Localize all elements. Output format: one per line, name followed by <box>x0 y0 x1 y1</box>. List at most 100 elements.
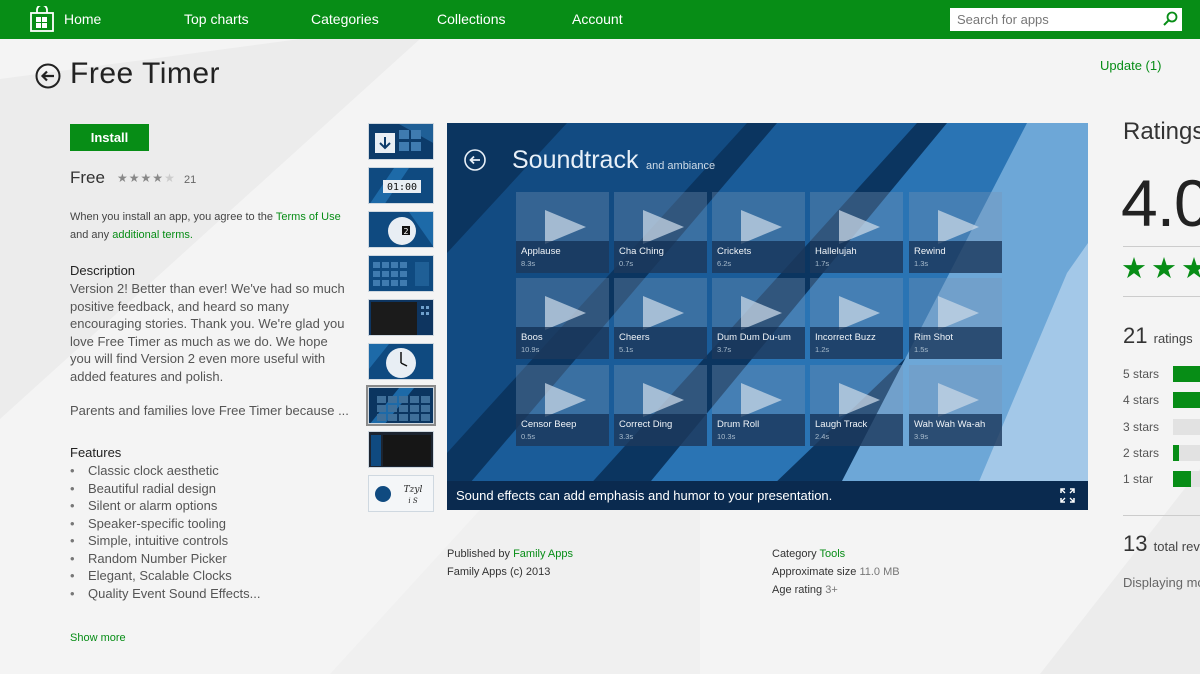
sound-tile: Dum Dum Du-um 3.7s <box>712 278 805 359</box>
star-breakdown-row: 4 stars <box>1123 392 1200 409</box>
divider <box>1123 296 1200 297</box>
svg-text:Tzyl: Tzyl <box>404 485 423 495</box>
star-breakdown-row: 5 stars <box>1123 366 1200 383</box>
play-icon <box>938 296 979 330</box>
thumbnail-3[interactable]: 2 <box>368 211 434 248</box>
star-breakdown-row: 3 stars <box>1123 419 1200 436</box>
play-icon <box>545 296 586 330</box>
play-icon <box>839 210 880 244</box>
nav-home[interactable]: Home <box>64 11 101 27</box>
svg-text:i S: i S <box>408 497 417 505</box>
star-icon: ★ <box>128 171 141 185</box>
sound-tile: Wah Wah Wa-ah 3.9s <box>909 365 1002 446</box>
sound-tile: Applause 8.3s <box>516 192 609 273</box>
sound-tile: Crickets 6.2s <box>712 192 805 273</box>
average-stars: ★★★ <box>1121 251 1200 286</box>
terms-text: When you install an app, you agree to th… <box>70 211 274 223</box>
star-icon: ★ <box>152 171 165 185</box>
play-icon <box>839 383 880 417</box>
star-breakdown-row: 2 stars <box>1123 445 1200 462</box>
star-icon: ★ <box>1151 253 1181 285</box>
back-arrow-icon[interactable] <box>35 63 61 89</box>
category-link[interactable]: Tools <box>820 548 846 560</box>
star-breakdown-row: 1 star <box>1123 471 1200 488</box>
sound-tile: Incorrect Buzz 1.2s <box>810 278 903 359</box>
feature-item: • Classic clock aesthetic <box>70 463 219 478</box>
thumbnail-8[interactable] <box>368 431 434 468</box>
description-heading: Description <box>70 263 136 278</box>
additional-terms-link[interactable]: additional terms. <box>112 229 193 241</box>
copyright-text: Family Apps (c) 2013 <box>447 566 551 578</box>
play-icon <box>545 383 586 417</box>
play-icon <box>643 296 684 330</box>
thumbnail-9[interactable]: Tzyl i S <box>368 475 434 512</box>
search-input[interactable] <box>957 11 1157 28</box>
feature-item: • Simple, intuitive controls <box>70 533 229 548</box>
description-more-text: Parents and families love Free Timer bec… <box>70 403 349 418</box>
sound-tile: Rewind 1.3s <box>909 192 1002 273</box>
search-icon[interactable] <box>1159 9 1181 30</box>
breakdown-bar <box>1173 445 1200 461</box>
top-nav-bar: Home Top charts Categories Collections A… <box>0 0 1200 39</box>
terms-of-use-link[interactable]: Terms of Use <box>276 211 341 223</box>
expand-icon[interactable] <box>1060 488 1075 503</box>
thumbnail-5[interactable] <box>368 299 434 336</box>
screenshot-back-icon <box>464 149 486 171</box>
play-icon <box>643 383 684 417</box>
breakdown-bar <box>1173 419 1200 435</box>
thumbnail-1[interactable] <box>368 123 434 160</box>
app-screenshot: Soundtrack and ambiance Applause 8.3s Cha… <box>447 123 1088 510</box>
nav-account[interactable]: Account <box>572 11 623 27</box>
app-title: Free Timer <box>70 57 221 90</box>
category-label: Category <box>772 548 817 560</box>
sound-tile: Correct Ding 3.3s <box>614 365 707 446</box>
feature-item: • Speaker-specific tooling <box>70 515 227 531</box>
size-value: 11.0 MB <box>859 566 900 578</box>
update-link[interactable]: Update (1) <box>1100 58 1161 73</box>
feature-item: • Random Number Picker <box>70 550 227 566</box>
play-icon <box>741 383 782 417</box>
nav-categories[interactable]: Categories <box>311 11 379 27</box>
play-icon <box>741 296 782 330</box>
rating-stars: ★★★★★ <box>117 171 176 185</box>
sound-tile: Boos 10.9s <box>516 278 609 359</box>
feature-item: • Quality Event Sound Effects... <box>70 585 261 601</box>
price-label: Free <box>70 168 105 187</box>
install-button[interactable]: Install <box>70 124 149 151</box>
description-text: Version 2! Better than ever! We've had s… <box>70 281 345 384</box>
show-more-link[interactable]: Show more <box>70 632 126 644</box>
nav-collections[interactable]: Collections <box>437 11 505 27</box>
feature-item: • Beautiful radial design <box>70 480 216 496</box>
publisher-link[interactable]: Family Apps <box>513 548 573 560</box>
star-icon: ★ <box>117 171 129 185</box>
thumbnail-6[interactable] <box>368 343 434 380</box>
thumbnail-4[interactable] <box>368 255 434 292</box>
terms-notice: When you install an app, you agree to th… <box>70 208 360 244</box>
age-rating-label: Age rating <box>772 584 823 596</box>
sound-tile: Cheers 5.1s <box>614 278 707 359</box>
screenshot-caption-bar: Sound effects can add emphasis and humor… <box>447 481 1088 510</box>
rating-count: 21 <box>184 174 197 186</box>
sound-tile: Censor Beep 0.5s <box>516 365 609 446</box>
terms-text-2: and any <box>70 229 110 241</box>
divider <box>1123 246 1200 247</box>
screenshot-title: Soundtrack <box>512 146 639 174</box>
star-icon: ★ <box>1181 253 1200 285</box>
store-bag-icon[interactable] <box>30 6 54 32</box>
sound-tile: Rim Shot 1.5s <box>909 278 1002 359</box>
reviews-count-label: total revi <box>1153 539 1200 554</box>
ratings-count-label: ratings <box>1153 331 1193 346</box>
age-rating-value: 3+ <box>825 584 838 596</box>
play-icon <box>938 210 979 244</box>
features-list: • Classic clock aesthetic • Beautiful radi… <box>70 462 350 602</box>
nav-top-charts[interactable]: Top charts <box>184 11 249 27</box>
breakdown-bar <box>1173 471 1200 487</box>
thumbnail-7[interactable] <box>366 385 436 426</box>
star-icon: ★ <box>1121 253 1151 285</box>
play-icon <box>545 210 586 244</box>
sound-tile: Hallelujah 1.7s <box>810 192 903 273</box>
thumbnail-2[interactable]: 01:00 <box>368 167 434 204</box>
divider <box>1123 515 1200 516</box>
app-details: Category Tools Approximate size 11.0 MB … <box>772 545 900 599</box>
breakdown-bar <box>1173 366 1200 382</box>
